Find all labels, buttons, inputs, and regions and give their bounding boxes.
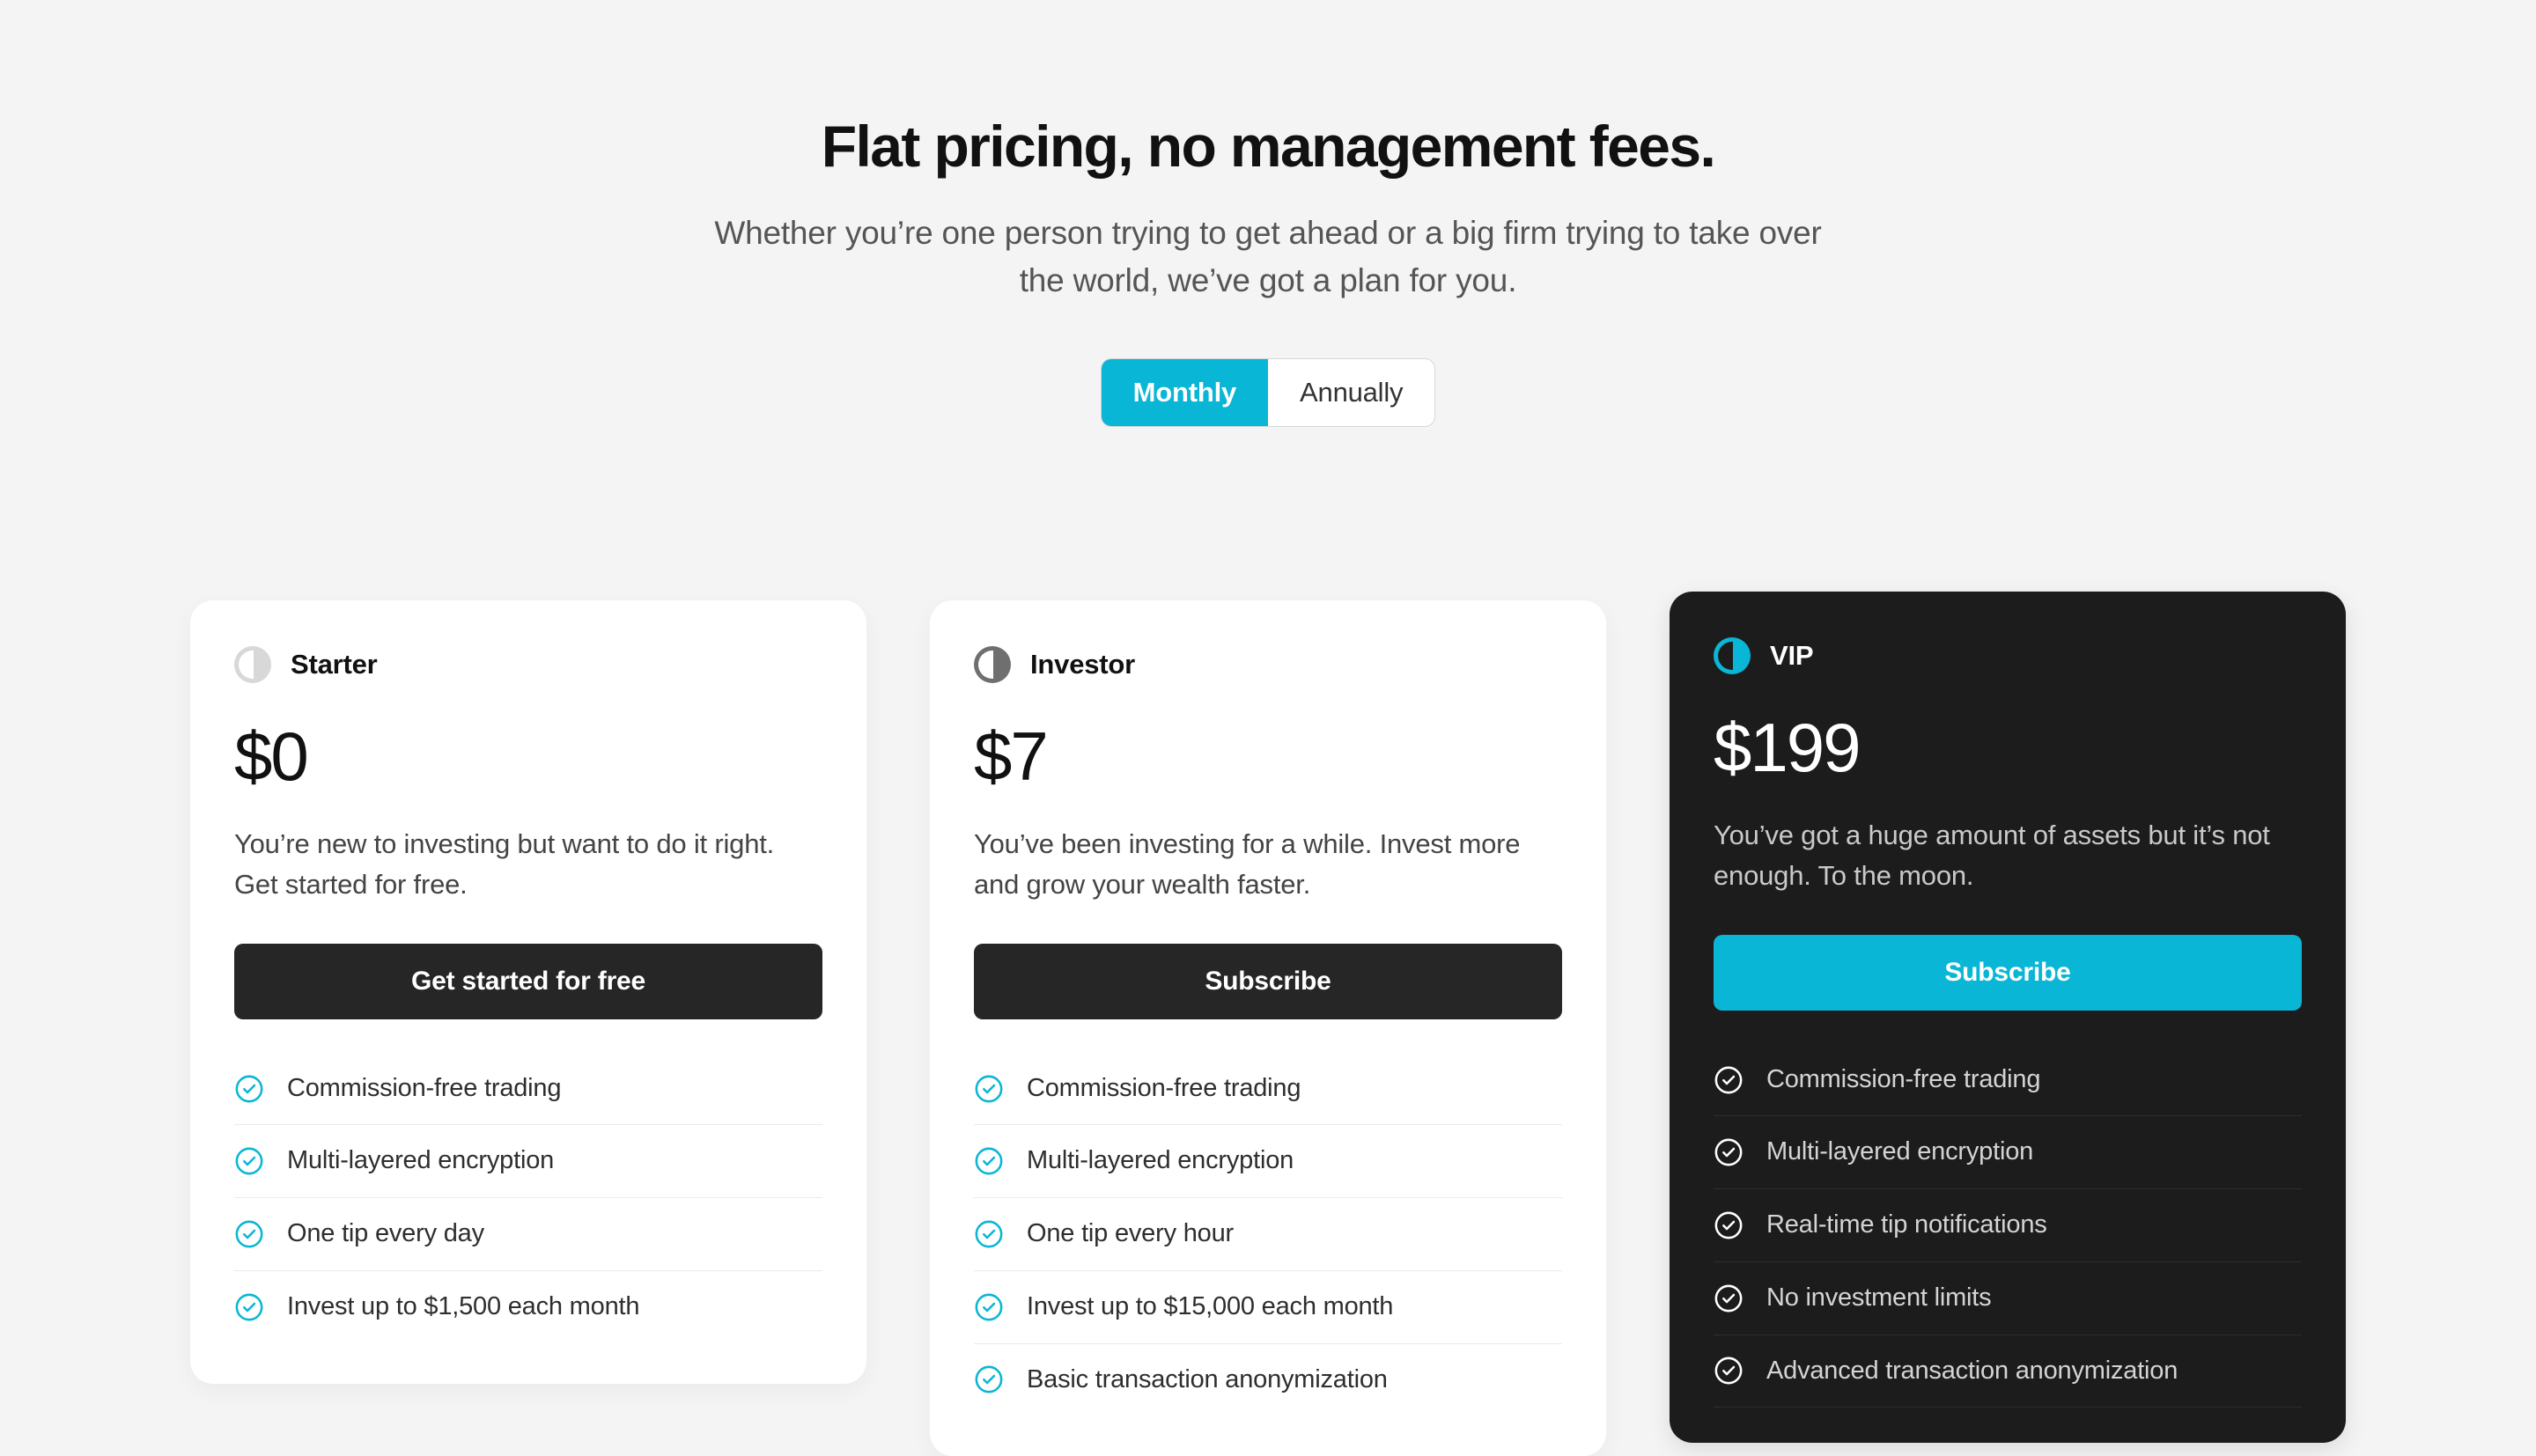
feature-label: Multi-layered encryption xyxy=(1027,1146,1294,1175)
check-circle-icon xyxy=(234,1146,264,1176)
check-circle-icon xyxy=(234,1292,264,1322)
check-circle-icon xyxy=(1714,1137,1744,1167)
page-title: Flat pricing, no management fees. xyxy=(821,114,1716,179)
pricing-card-starter: Starter $0 You’re new to investing but w… xyxy=(190,600,866,1384)
check-circle-icon xyxy=(1714,1210,1744,1240)
plan-price-starter: $0 xyxy=(234,717,309,795)
check-circle-icon xyxy=(974,1364,1004,1394)
plan-header-starter: Starter xyxy=(234,646,822,683)
pricing-card-vip: VIP $199 You’ve got a huge amount of ass… xyxy=(1670,592,2346,1444)
pricing-page: Flat pricing, no management fees. Whethe… xyxy=(0,0,2536,1456)
feature-list-investor: Commission-free trading Multi-layered en… xyxy=(974,1053,1562,1416)
list-item: Multi-layered encryption xyxy=(1714,1116,2302,1190)
check-circle-icon xyxy=(1714,1065,1744,1095)
list-item: No investment limits xyxy=(1714,1262,2302,1335)
check-circle-icon xyxy=(974,1146,1004,1176)
billing-toggle-monthly[interactable]: Monthly xyxy=(1101,359,1269,427)
list-item: Advanced transaction anonymization xyxy=(1714,1335,2302,1408)
billing-toggle[interactable]: Monthly Annually xyxy=(1100,358,1436,428)
page-subtitle: Whether you’re one person trying to get … xyxy=(714,214,1822,298)
plan-header-vip: VIP xyxy=(1714,637,2302,674)
feature-label: Invest up to $15,000 each month xyxy=(1027,1291,1394,1320)
billing-toggle-wrap: Monthly Annually xyxy=(0,358,2536,428)
check-circle-icon xyxy=(1714,1356,1744,1386)
feature-label: One tip every hour xyxy=(1027,1219,1234,1248)
check-circle-icon xyxy=(974,1219,1004,1249)
feature-label: Invest up to $1,500 each month xyxy=(287,1291,640,1320)
feature-label: Commission-free trading xyxy=(287,1073,562,1102)
feature-label: Multi-layered encryption xyxy=(287,1146,555,1175)
check-circle-icon xyxy=(234,1219,264,1249)
check-circle-icon xyxy=(1714,1283,1744,1313)
feature-label: Commission-free trading xyxy=(1766,1064,2041,1093)
pricing-card-investor: Investor $7 You’ve been investing for a … xyxy=(930,600,1606,1456)
list-item: Invest up to $15,000 each month xyxy=(974,1271,1562,1344)
list-item: Multi-layered encryption xyxy=(234,1125,822,1199)
plan-header-investor: Investor xyxy=(974,646,1562,683)
feature-label: One tip every day xyxy=(287,1219,484,1248)
plan-description-vip: You’ve got a huge amount of assets but i… xyxy=(1714,820,2270,891)
plan-name-starter: Starter xyxy=(291,649,378,680)
list-item: Real-time tip notifications xyxy=(1714,1189,2302,1262)
half-moon-icon xyxy=(234,646,271,683)
feature-label: Multi-layered encryption xyxy=(1766,1137,2034,1166)
feature-label: No investment limits xyxy=(1766,1283,1992,1312)
half-moon-icon xyxy=(974,646,1011,683)
check-circle-icon xyxy=(234,1074,264,1104)
list-item: Invest up to $1,500 each month xyxy=(234,1271,822,1343)
feature-list-starter: Commission-free trading Multi-layered en… xyxy=(234,1053,822,1343)
list-item: One tip every day xyxy=(234,1198,822,1271)
feature-label: Real-time tip notifications xyxy=(1766,1210,2047,1239)
plan-name-investor: Investor xyxy=(1030,649,1135,680)
feature-list-vip: Commission-free trading Multi-layered en… xyxy=(1714,1044,2302,1408)
pricing-header: Flat pricing, no management fees. Whethe… xyxy=(0,0,2536,304)
feature-label: Advanced transaction anonymization xyxy=(1766,1356,2178,1385)
subscribe-button-vip[interactable]: Subscribe xyxy=(1714,934,2302,1011)
plan-description-investor: You’ve been investing for a while. Inves… xyxy=(974,828,1521,900)
plan-name-vip: VIP xyxy=(1770,640,1814,671)
get-started-button[interactable]: Get started for free xyxy=(234,943,822,1019)
half-moon-icon xyxy=(1714,637,1751,674)
list-item: Commission-free trading xyxy=(234,1053,822,1126)
pricing-cards: Starter $0 You’re new to investing but w… xyxy=(0,592,2536,1456)
list-item: Commission-free trading xyxy=(1714,1044,2302,1117)
subscribe-button-investor[interactable]: Subscribe xyxy=(974,943,1562,1019)
plan-price-investor: $7 xyxy=(974,717,1049,795)
feature-label: Basic transaction anonymization xyxy=(1027,1364,1388,1393)
plan-description-starter: You’re new to investing but want to do i… xyxy=(234,828,775,900)
check-circle-icon xyxy=(974,1292,1004,1322)
billing-toggle-annually[interactable]: Annually xyxy=(1268,359,1435,427)
plan-price-vip: $199 xyxy=(1714,709,1861,786)
list-item: Basic transaction anonymization xyxy=(974,1344,1562,1416)
feature-label: Commission-free trading xyxy=(1027,1073,1301,1102)
check-circle-icon xyxy=(974,1074,1004,1104)
list-item: Commission-free trading xyxy=(974,1053,1562,1126)
list-item: One tip every hour xyxy=(974,1198,1562,1271)
list-item: Multi-layered encryption xyxy=(974,1125,1562,1199)
